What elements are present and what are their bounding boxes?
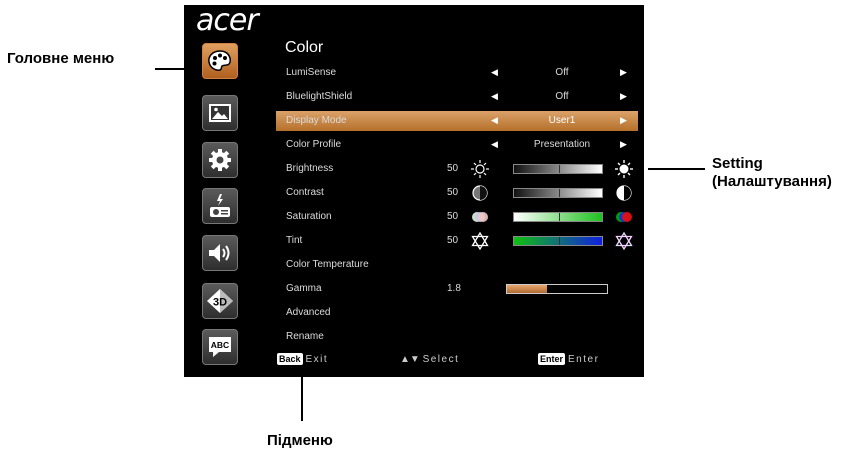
contrast-value: 50 <box>447 187 459 198</box>
back-text: Exit <box>305 354 329 365</box>
saturation-value: 50 <box>447 211 459 222</box>
menu-item-label: Rename <box>286 331 324 342</box>
sun-outline-icon <box>471 160 489 178</box>
brightness-value: 50 <box>447 163 459 174</box>
contrast-slider[interactable] <box>513 188 603 198</box>
menu-item-label: Contrast <box>286 187 324 198</box>
menu-item-contrast[interactable]: Contrast 50 <box>276 183 638 203</box>
menu-item-gamma[interactable]: Gamma 1.8 <box>276 279 638 299</box>
menu-item-label: Gamma <box>286 283 322 294</box>
menu-item-tint[interactable]: Tint 50 <box>276 231 638 251</box>
menu-item-label: BluelightShield <box>286 91 353 102</box>
enter-text: Enter <box>568 354 600 365</box>
saturation-low-icon <box>472 212 488 222</box>
menu-item-value: Off <box>555 91 569 102</box>
menu-item-value: Presentation <box>533 139 591 150</box>
palette-icon[interactable] <box>202 43 238 79</box>
menu-item-label: LumiSense <box>286 67 337 78</box>
3d-icon-label: 3D <box>213 297 227 309</box>
setting-leader-line <box>648 168 705 170</box>
footer-select: ▲▼ Select <box>400 354 459 365</box>
menu-item-value: Off <box>555 67 569 78</box>
arrow-right-icon[interactable]: ▶ <box>620 115 627 126</box>
brightness-slider[interactable] <box>513 164 603 174</box>
image-icon[interactable] <box>202 95 238 131</box>
acer-logo: acer <box>196 3 259 38</box>
menu-title: Color <box>285 39 324 56</box>
3d-icon[interactable]: 3D <box>202 283 238 319</box>
volume-icon[interactable] <box>202 235 238 271</box>
menu-item-saturation[interactable]: Saturation 50 <box>276 207 638 227</box>
menu-item-brightness[interactable]: Brightness 50 <box>276 159 638 179</box>
language-icon-label: ABC <box>211 340 229 350</box>
select-text: Select <box>422 354 460 365</box>
menu-item-label: Brightness <box>286 163 334 174</box>
arrow-left-icon[interactable]: ◀ <box>491 67 498 78</box>
submenu-callout: Підменю <box>267 432 333 449</box>
menu-item-label: Display Mode <box>286 115 347 126</box>
setting-callout-line1: Setting <box>712 155 763 172</box>
back-key[interactable]: Back <box>277 353 303 365</box>
menu-item-color-temperature[interactable]: Color Temperature <box>276 255 638 275</box>
main-menu-callout: Головне меню <box>7 50 115 67</box>
arrow-left-icon[interactable]: ◀ <box>491 115 498 126</box>
menu-item-label: Color Profile <box>286 139 342 150</box>
projector-icon[interactable] <box>202 188 238 224</box>
setting-callout-line2: (Налаштування) <box>712 173 832 190</box>
menu-item-display-mode[interactable]: Display Mode ◀ User1 ▶ <box>276 111 638 131</box>
saturation-slider[interactable] <box>513 212 603 222</box>
menu-item-label: Tint <box>286 235 303 246</box>
up-down-arrows-icon: ▲▼ <box>400 354 423 365</box>
arrow-left-icon[interactable]: ◀ <box>491 91 498 102</box>
osd-menu: acer 3D ABC Color LumiSense ◀ Off ▶ Blue… <box>184 5 644 377</box>
setting-callout: Setting (Налаштування) <box>712 155 832 191</box>
arrow-right-icon[interactable]: ▶ <box>620 139 627 150</box>
footer-enter[interactable]: Enter Enter <box>538 353 600 365</box>
menu-item-bluelightshield[interactable]: BluelightShield ◀ Off ▶ <box>276 87 638 107</box>
menu-item-color-profile[interactable]: Color Profile ◀ Presentation ▶ <box>276 135 638 155</box>
tint-value: 50 <box>447 235 459 246</box>
tint-star-color-icon <box>615 232 633 250</box>
arrow-right-icon[interactable]: ▶ <box>620 91 627 102</box>
gamma-bar[interactable] <box>506 284 608 294</box>
footer-back[interactable]: Back Exit <box>277 353 329 365</box>
gamma-bar-fill <box>507 285 547 293</box>
gamma-value: 1.8 <box>447 283 461 294</box>
language-icon[interactable]: ABC <box>202 329 238 365</box>
menu-item-rename[interactable]: Rename <box>276 327 638 347</box>
arrow-right-icon[interactable]: ▶ <box>620 67 627 78</box>
tint-slider[interactable] <box>513 236 603 246</box>
contrast-low-icon <box>472 185 488 201</box>
menu-item-label: Color Temperature <box>286 259 369 270</box>
enter-key[interactable]: Enter <box>538 353 566 365</box>
sun-filled-icon <box>615 160 633 178</box>
menu-item-advanced[interactable]: Advanced <box>276 303 638 323</box>
menu-item-lumisense[interactable]: LumiSense ◀ Off ▶ <box>276 63 638 83</box>
arrow-left-icon[interactable]: ◀ <box>491 139 498 150</box>
menu-item-label: Advanced <box>286 307 331 318</box>
menu-item-label: Saturation <box>286 211 332 222</box>
tint-star-icon <box>471 232 489 250</box>
saturation-high-icon <box>616 212 632 222</box>
gear-icon[interactable] <box>202 142 238 178</box>
contrast-high-icon <box>616 185 632 201</box>
menu-item-value: User1 <box>548 115 576 126</box>
